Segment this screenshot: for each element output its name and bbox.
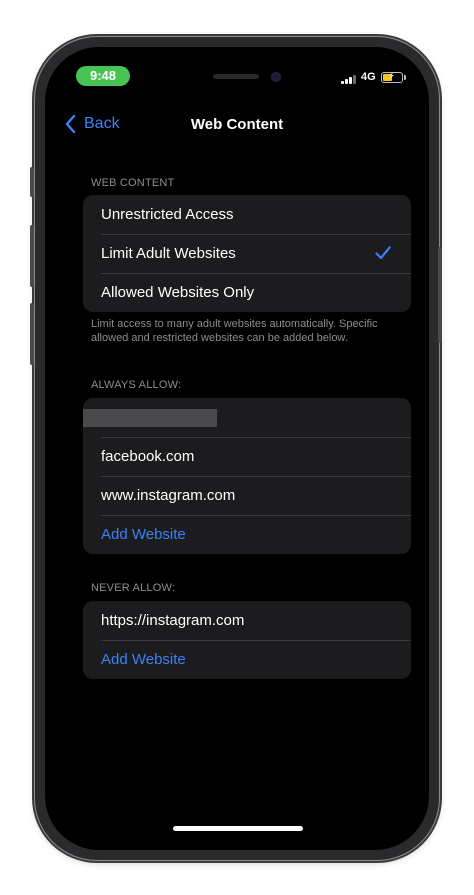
status-time[interactable]: 9:48 <box>76 66 130 86</box>
never-allow-add-website-button[interactable]: Add Website <box>83 640 411 679</box>
power-button <box>438 247 442 343</box>
option-label: Unrestricted Access <box>101 206 234 223</box>
action-button <box>30 167 34 197</box>
earpiece-speaker <box>213 74 259 79</box>
never-allow-header: NEVER ALLOW: <box>91 582 176 594</box>
option-unrestricted-access[interactable]: Unrestricted Access <box>83 195 411 234</box>
always-allow-item[interactable]: www.instagram.com <box>83 476 411 515</box>
website-label: https://instagram.com <box>101 612 245 629</box>
never-allow-item[interactable]: https://instagram.com <box>83 601 411 640</box>
add-website-label: Add Website <box>101 651 186 668</box>
always-allow-redacted-item[interactable] <box>83 398 411 437</box>
home-indicator[interactable] <box>173 826 303 831</box>
always-allow-header: ALWAYS ALLOW: <box>91 379 182 391</box>
phone-frame: 9:48 4G ⚡ Back Web Content WEB CONTENT U… <box>30 37 442 860</box>
web-content-options: Unrestricted Access Limit Adult Websites… <box>83 195 411 312</box>
checkmark-icon <box>375 246 391 260</box>
cellular-signal-icon <box>341 74 357 84</box>
front-camera <box>271 72 281 82</box>
option-label: Allowed Websites Only <box>101 284 255 301</box>
add-website-label: Add Website <box>101 526 186 543</box>
always-allow-item[interactable]: facebook.com <box>83 437 411 476</box>
always-allow-list: facebook.com www.instagram.com Add Websi… <box>83 398 411 554</box>
redacted-block <box>83 409 217 427</box>
never-allow-list: https://instagram.com Add Website <box>83 601 411 679</box>
website-label: facebook.com <box>101 448 195 465</box>
web-content-header: WEB CONTENT <box>91 177 175 189</box>
screen: 9:48 4G ⚡ Back Web Content WEB CONTENT U… <box>45 47 429 850</box>
battery-tip <box>404 75 406 80</box>
network-type: 4G <box>361 71 376 83</box>
website-label: www.instagram.com <box>101 487 236 504</box>
always-allow-add-website-button[interactable]: Add Website <box>83 515 411 554</box>
option-label: Limit Adult Websites <box>101 245 236 262</box>
volume-down-button <box>30 303 34 365</box>
volume-up-button <box>30 225 34 287</box>
option-allowed-websites-only[interactable]: Allowed Websites Only <box>83 273 411 312</box>
web-content-footnote: Limit access to many adult websites auto… <box>91 318 378 344</box>
battery-charging-icon: ⚡ <box>381 71 403 83</box>
page-title: Web Content <box>190 116 284 133</box>
option-limit-adult-websites[interactable]: Limit Adult Websites <box>83 234 411 273</box>
